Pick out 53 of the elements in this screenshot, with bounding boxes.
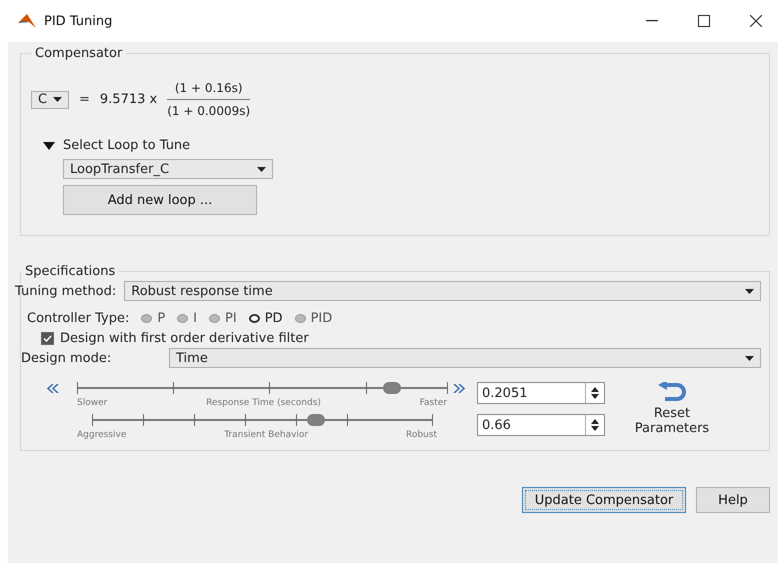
close-icon[interactable] <box>750 15 762 27</box>
design-mode-dropdown[interactable]: Time <box>169 348 761 368</box>
gain-value: 9.5713 x <box>100 92 158 107</box>
radio-label: P <box>157 311 166 326</box>
denominator: (1 + 0.0009s) <box>167 104 250 118</box>
maximize-icon[interactable] <box>698 15 710 27</box>
radio-label: PD <box>264 311 283 326</box>
radio-label: PI <box>225 311 237 326</box>
slider-label: Transient Behavior <box>224 430 308 440</box>
slider-track[interactable] <box>77 382 447 394</box>
section-title: Specifications <box>24 264 116 279</box>
caret-icon <box>257 166 266 172</box>
tuning-method-dropdown[interactable]: Robust response time <box>124 281 761 301</box>
radio-button[interactable] <box>248 314 260 323</box>
slider-label: Robust <box>406 430 437 440</box>
spinner-arrows-icon[interactable] <box>591 419 599 431</box>
number-field[interactable]: 0.66 <box>477 414 605 436</box>
spinner-arrows-icon[interactable] <box>591 387 599 399</box>
slider-label: Slower <box>77 398 108 408</box>
checkbox[interactable] <box>41 332 54 345</box>
loop-dropdown[interactable]: LoopTransfer_C <box>63 159 273 179</box>
slider-label: Response Time (seconds) <box>206 398 321 408</box>
numerator: (1 + 0.16s) <box>174 81 243 95</box>
radio-label: I <box>193 311 198 326</box>
slider-label: Aggressive <box>77 430 126 440</box>
equals-sign: = <box>79 92 90 107</box>
checkbox-label: Design with first order derivative filter <box>60 331 309 346</box>
section-title: Compensator <box>34 46 124 61</box>
caret-icon <box>53 97 62 102</box>
field-label: Design mode: <box>21 350 112 366</box>
field-label: Tuning method: <box>15 284 116 298</box>
slider-track[interactable] <box>92 414 432 426</box>
caret-icon <box>745 288 754 294</box>
compensator-dropdown[interactable]: C <box>31 90 69 108</box>
slider-label: Faster <box>420 398 447 408</box>
number-field[interactable]: 0.2051 <box>477 382 605 404</box>
field-label: Controller Type: <box>27 311 130 326</box>
peak-logo-icon <box>18 14 36 28</box>
update-button[interactable]: Update Compensator <box>522 487 686 513</box>
slider-thumb[interactable] <box>382 382 400 394</box>
undo-arrow-icon <box>657 382 687 402</box>
section-toggle-label[interactable]: Select Loop to Tune <box>63 138 190 153</box>
slider-thumb[interactable] <box>307 414 326 426</box>
radio-label: PID <box>310 311 332 326</box>
reset-parameters-button[interactable]: Reset Parameters <box>627 382 717 440</box>
double-right-arrow-icon[interactable] <box>453 384 465 393</box>
expand-arrow-icon[interactable] <box>43 142 55 150</box>
caret-icon <box>745 356 754 360</box>
minimize-icon[interactable] <box>646 20 658 22</box>
window-title: PID Tuning <box>44 14 114 28</box>
help-button[interactable]: Help <box>696 487 770 513</box>
double-left-arrow-icon[interactable] <box>47 384 59 393</box>
add-loop-button[interactable]: Add new loop ... <box>63 185 257 215</box>
